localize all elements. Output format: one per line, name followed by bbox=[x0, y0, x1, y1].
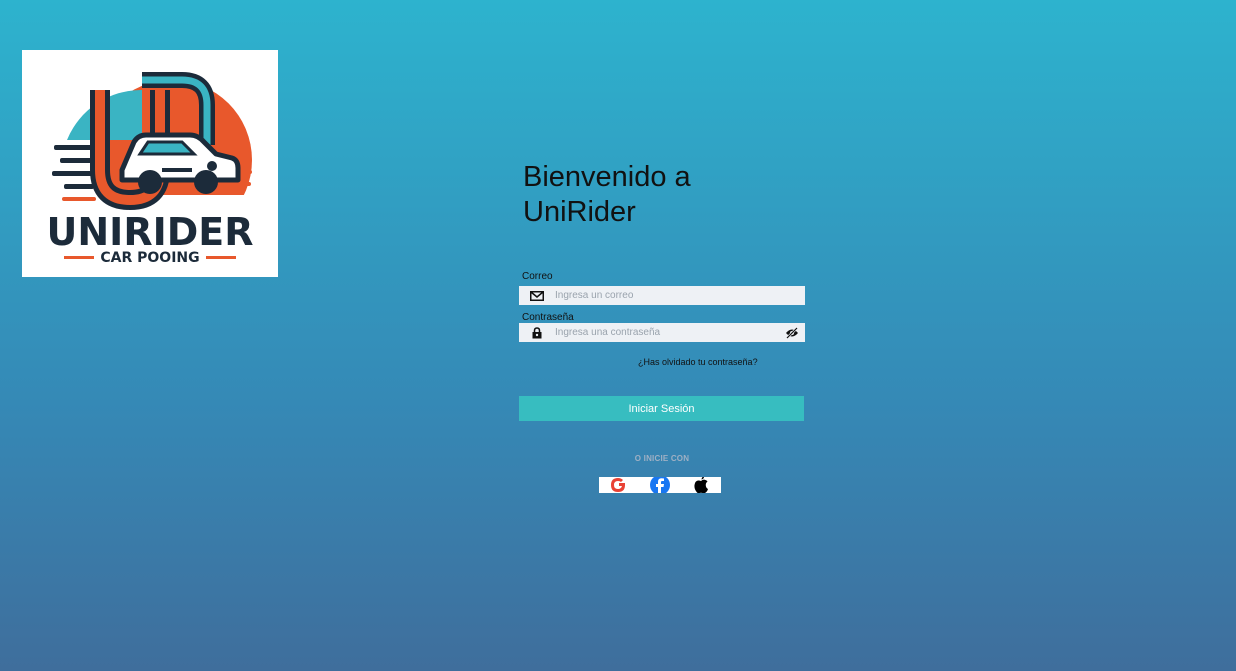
alt-login-text: O INICIE CON bbox=[634, 454, 690, 463]
email-label: Correo bbox=[522, 271, 553, 282]
password-label: Contraseña bbox=[522, 312, 574, 323]
unirider-logo-graphic: UNIRIDER CAR POOING bbox=[47, 72, 262, 277]
email-input[interactable] bbox=[555, 286, 805, 305]
facebook-icon[interactable] bbox=[648, 477, 672, 493]
social-login-bar bbox=[599, 477, 721, 493]
app-logo: UNIRIDER CAR POOING bbox=[22, 50, 278, 277]
google-icon[interactable] bbox=[607, 477, 631, 493]
apple-icon[interactable] bbox=[689, 477, 713, 493]
forgot-password-link[interactable]: ¿Has olvidado tu contraseña? bbox=[638, 357, 758, 367]
password-input[interactable] bbox=[555, 323, 779, 342]
login-button[interactable]: Iniciar Sesión bbox=[519, 396, 804, 421]
mail-icon bbox=[519, 290, 555, 301]
page-title: Bienvenido a UniRider bbox=[523, 161, 691, 228]
email-field bbox=[519, 286, 805, 305]
eye-off-icon[interactable] bbox=[779, 326, 805, 339]
password-field bbox=[519, 323, 805, 342]
logo-tagline-text: CAR POOING bbox=[100, 250, 199, 266]
logo-brand-text: UNIRIDER bbox=[47, 210, 254, 254]
lock-icon bbox=[519, 326, 555, 339]
